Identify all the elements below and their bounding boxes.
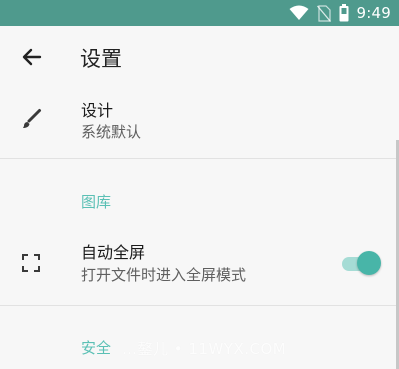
setting-item-design[interactable]: 设计 系统默认: [0, 88, 399, 158]
settings-screen: 9:49 设置 设计 系统默认 图库 自动全屏 打开文件时进入全屏模式 安全 ……: [0, 0, 399, 369]
status-icons: 9:49: [289, 3, 391, 23]
setting-title-design: 设计: [81, 101, 114, 120]
status-time: 9:49: [356, 4, 391, 22]
category-gallery: 图库: [81, 193, 112, 211]
category-security: 安全: [81, 339, 112, 357]
no-sim-icon: [316, 4, 331, 22]
watermark: …鏊儿 • 11WYX.COM: [122, 340, 287, 358]
setting-summary-fullscreen: 打开文件时进入全屏模式: [81, 266, 247, 284]
page-title: 设置: [80, 47, 122, 71]
wifi-icon: [289, 5, 309, 20]
divider: [0, 158, 399, 159]
battery-icon: [339, 4, 349, 22]
setting-summary-design: 系统默认: [81, 123, 142, 141]
status-bar: 9:49: [0, 0, 399, 26]
fullscreen-toggle[interactable]: [340, 250, 381, 278]
brush-icon: [23, 109, 41, 128]
fullscreen-icon: [22, 254, 40, 272]
setting-title-fullscreen: 自动全屏: [81, 243, 146, 262]
arrow-left-icon[interactable]: [20, 45, 44, 69]
toolbar: 设置: [0, 26, 399, 88]
toggle-thumb: [357, 251, 381, 275]
divider: [0, 305, 399, 306]
